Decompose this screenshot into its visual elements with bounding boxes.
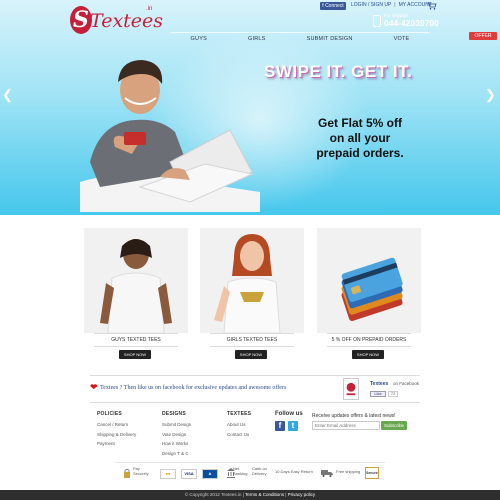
footer-link[interactable]: Submit Design [162, 420, 191, 430]
footer-heading: TEXTEES [227, 411, 252, 417]
fb-page-logo [343, 378, 359, 400]
truck-icon [321, 470, 333, 477]
divider [94, 346, 178, 347]
fb-like-count: 72 [388, 391, 398, 397]
carousel-prev-icon[interactable]: ❮ [2, 88, 14, 102]
login-link[interactable]: LOGIN / SIGN UP [351, 2, 391, 8]
brand-logo[interactable]: S Textees .in [70, 6, 164, 36]
fb-like-button[interactable]: Like [370, 391, 386, 397]
hero-headline: SWIPE IT. GET IT. [264, 62, 413, 81]
guy-tee-image [84, 228, 188, 333]
mastercard-icon: ●● [160, 469, 176, 479]
product-title: GUYS TEXTED TEES [111, 337, 161, 343]
amex-icon: A [202, 469, 218, 479]
twitter-icon[interactable]: t [288, 421, 298, 431]
subscribe-button[interactable]: Subscribe [381, 421, 407, 430]
cod-label: Cash on Delivery [252, 466, 267, 476]
support-phone: 044-42639700 [384, 18, 439, 28]
footer-policies: POLICIES Cancel / Return Shipping & Deli… [97, 411, 136, 449]
nav-guys[interactable]: GUYS [191, 36, 207, 42]
footer-link[interactable]: Design T & C [162, 449, 191, 459]
facebook-like-box: Textees on Facebook Like 72 [340, 378, 420, 402]
divider [210, 346, 294, 347]
separator: | [285, 492, 287, 497]
shop-now-button[interactable]: SHOP NOW [235, 350, 267, 359]
heart-icon: ❤ [90, 382, 98, 392]
fb-page-on: on Facebook [393, 381, 420, 386]
product-card-guys[interactable]: GUYS TEXTED TEES SHOP NOW [84, 228, 188, 363]
offer-line-1: Get Flat 5% off [317, 116, 402, 130]
returns-label: 10 Days Easy Return [275, 469, 313, 474]
payment-strip: Pay Securely ●● VISA A Net Banking Cash … [115, 462, 385, 482]
footer-link[interactable]: Cancel / Return [97, 420, 136, 430]
divider [327, 333, 411, 334]
facebook-icon[interactable]: f [275, 421, 285, 431]
shop-now-button[interactable]: SHOP NOW [352, 350, 384, 359]
footer-link[interactable]: Contact Us [227, 430, 251, 440]
email-input[interactable] [312, 421, 380, 430]
logo-tld: .in [146, 6, 153, 12]
footer-heading: POLICIES [97, 411, 122, 417]
product-title: GIRLS TEXTED TEES [226, 337, 278, 343]
footer-heading: DESIGNS [162, 411, 186, 417]
offer-tab[interactable]: OFFER [469, 32, 497, 40]
separator: | [394, 2, 396, 8]
logo-s-mark: S [70, 6, 92, 34]
credit-cards-image [317, 228, 421, 333]
footer-textees: TEXTEES About Us Contact Us [227, 411, 251, 439]
follow-us-title: Follow us [275, 411, 303, 417]
offer-line-3: prepaid orders. [316, 146, 404, 160]
footer-link[interactable]: Vote Design [162, 430, 191, 440]
hero-banner: S Textees .in f Connect LOGIN / SIGN UP … [0, 0, 500, 215]
fb-page-name[interactable]: Textees [370, 381, 388, 387]
offer-line-2: on all your [329, 131, 391, 145]
hero-offer-text: Get Flat 5% off on all your prepaid orde… [305, 116, 415, 161]
main-nav: GUYS GIRLS SUBMIT DESIGN VOTE [170, 32, 430, 44]
divider [327, 346, 411, 347]
footer-designs: DESIGNS Submit Design Vote Design How it… [162, 411, 191, 458]
hero-person-laptop-illustration [80, 60, 260, 212]
nav-girls[interactable]: GIRLS [248, 36, 266, 42]
facebook-promo-banner: ❤ Textees ? Then like us on facebook for… [90, 375, 420, 403]
product-title: 5 % OFF ON PREPAID ORDERS [331, 337, 407, 343]
privacy-link[interactable]: Privacy policy [288, 492, 316, 497]
footer-link[interactable]: About Us [227, 420, 251, 430]
divider [210, 333, 294, 334]
girl-tee-image [200, 228, 304, 333]
nav-vote[interactable]: VOTE [394, 36, 410, 42]
terms-link[interactable]: Terms & Conditions [245, 492, 284, 497]
phone-icon [373, 15, 381, 27]
carousel-next-icon[interactable]: ❯ [485, 88, 497, 102]
secure-seal-icon: Secure [365, 467, 379, 479]
nav-submit-design[interactable]: SUBMIT DESIGN [307, 36, 353, 42]
divider [94, 333, 178, 334]
newsletter-title: Receive updates offers & latest news! [312, 413, 396, 419]
facebook-connect-button[interactable]: f Connect [320, 2, 346, 10]
product-card-prepaid[interactable]: 5 % OFF ON PREPAID ORDERS SHOP NOW [317, 228, 421, 363]
footer-link[interactable]: Shipping & Delivery [97, 430, 136, 440]
pay-securely-label: Pay Securely [133, 466, 149, 476]
cart-icon[interactable] [427, 2, 437, 10]
product-card-girls[interactable]: GIRLS TEXTED TEES SHOP NOW [200, 228, 304, 363]
lock-icon [124, 468, 130, 478]
shop-now-button[interactable]: SHOP NOW [119, 350, 151, 359]
footer-link[interactable]: How it Works [162, 439, 191, 449]
facebook-promo-text: Textees ? Then like us on facebook for e… [100, 385, 287, 391]
account-links: LOGIN / SIGN UP | MY ACCOUNT [351, 2, 432, 8]
support-info: For Support 044-42639700 [373, 13, 439, 29]
footer-link[interactable]: Payment [97, 439, 136, 449]
net-banking-label: Net Banking [233, 466, 248, 476]
copyright-bar: © Copyright 2012 Textees.in | Terms & Co… [0, 490, 500, 500]
copyright-text: © Copyright 2012 Textees.in | [184, 492, 244, 497]
visa-icon: VISA [181, 469, 197, 479]
logo-text: Textees [90, 10, 164, 32]
free-shipping-label: Free shipping [336, 469, 361, 474]
